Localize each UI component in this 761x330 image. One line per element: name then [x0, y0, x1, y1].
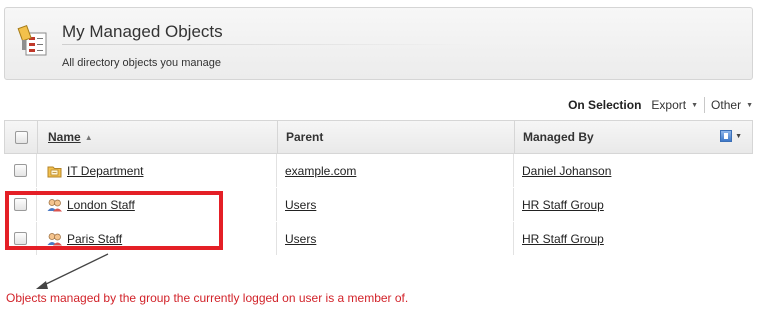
annotation-text: Objects managed by the group the current…: [6, 291, 409, 305]
annotation-arrow: [36, 253, 109, 289]
